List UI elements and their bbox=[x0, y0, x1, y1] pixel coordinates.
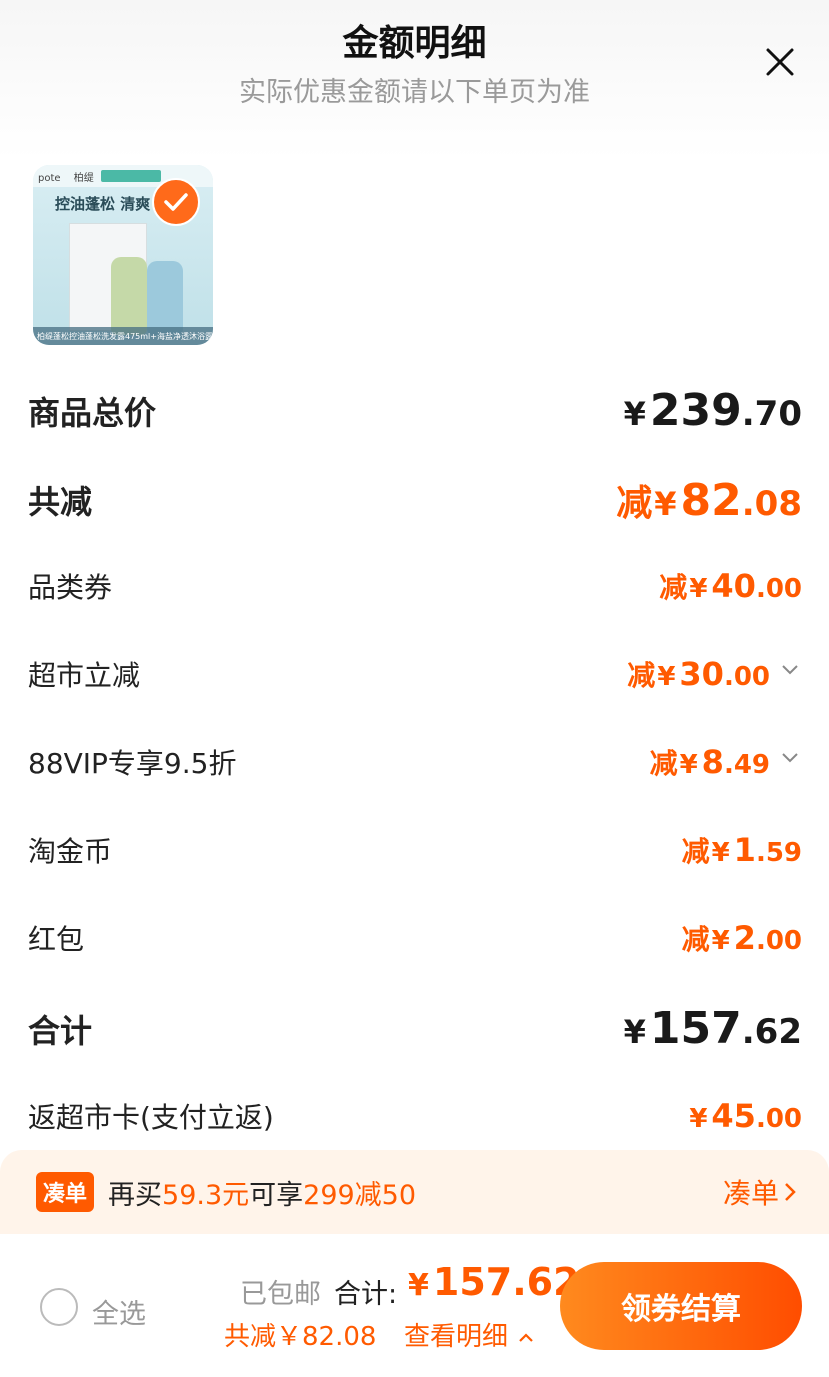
amount-decimal: .49 bbox=[723, 750, 770, 780]
amount-decimal: .00 bbox=[723, 662, 770, 692]
row-label: 品类券 bbox=[28, 571, 113, 604]
row-goods-total: 商品总价 ¥ 239 .70 bbox=[28, 385, 802, 436]
amount-decimal: .59 bbox=[755, 838, 802, 868]
row-label: 合计 bbox=[28, 1011, 93, 1050]
row-label: 商品总价 bbox=[28, 393, 157, 432]
discount-prefix: 减 bbox=[659, 571, 688, 604]
row-label: 超市立减 bbox=[28, 659, 141, 692]
product-slogan: 控油蓬松 清爽 bbox=[55, 195, 151, 213]
amount-decimal: .70 bbox=[741, 394, 802, 434]
checkout-bar: 全选 已包邮 合计: ¥ 157.62 共减￥82.08 查看明细 领券结算 bbox=[0, 1234, 829, 1377]
amount-decimal: .08 bbox=[741, 484, 802, 524]
selected-check-icon[interactable] bbox=[152, 178, 200, 226]
select-all-label[interactable]: 全选 bbox=[92, 1292, 146, 1331]
amount-integer: 2 bbox=[733, 919, 756, 957]
amount-decimal: .00 bbox=[755, 1104, 802, 1134]
currency-symbol: ¥ bbox=[711, 926, 730, 956]
view-detail-label: 查看明细 bbox=[404, 1322, 509, 1352]
add-on-amount: 59.3元 bbox=[162, 1179, 250, 1211]
checkout-button[interactable]: 领券结算 bbox=[560, 1262, 802, 1350]
total-value: 157.62 bbox=[432, 1260, 580, 1304]
sheet-subtitle: 实际优惠金额请以下单页为准 bbox=[239, 77, 590, 108]
row-amount: 减 ¥ 8 .49 bbox=[650, 742, 802, 782]
free-shipping-label: 已包邮 bbox=[240, 1279, 321, 1310]
add-on-link[interactable]: 凑单 bbox=[723, 1172, 801, 1212]
currency-symbol: ¥ bbox=[679, 750, 698, 780]
product-brand: pote bbox=[38, 173, 61, 184]
discount-prefix: 减 bbox=[616, 483, 653, 524]
row-supermarket-card-rebate: 返超市卡(支付立返) ¥ 45 .00 bbox=[28, 1096, 802, 1136]
row-amount: 减 ¥ 30 .00 bbox=[627, 654, 802, 694]
amount-decimal: .62 bbox=[741, 1012, 802, 1052]
chevron-down-icon[interactable] bbox=[778, 657, 802, 681]
row-amount: 减 ¥ 2 .00 bbox=[682, 918, 802, 958]
product-caption: 柏缇蓬松控油蓬松洗发露475ml+海盐净透沐浴露475ml bbox=[33, 327, 213, 345]
store-logo bbox=[101, 170, 161, 182]
amount-integer: 40 bbox=[711, 567, 756, 605]
amount-integer: 1 bbox=[733, 831, 756, 869]
add-on-link-label: 凑单 bbox=[722, 1177, 779, 1210]
row-88vip-discount[interactable]: 88VIP专享9.5折 减 ¥ 8 .49 bbox=[28, 742, 802, 782]
chevron-right-icon bbox=[785, 1183, 796, 1201]
row-amount: 减 ¥ 40 .00 bbox=[659, 566, 802, 606]
row-amount: 减 ¥ 1 .59 bbox=[682, 830, 802, 870]
amount-decimal: .00 bbox=[755, 926, 802, 956]
sheet-title: 金额明细 bbox=[342, 23, 487, 64]
currency-symbol: ¥ bbox=[623, 395, 646, 433]
savings-text: 共减￥82.08 bbox=[224, 1322, 377, 1352]
discount-prefix: 减 bbox=[627, 659, 656, 692]
add-on-tag: 凑单 bbox=[36, 1172, 95, 1212]
row-total-discount: 共减 减 ¥ 82 .08 bbox=[28, 474, 802, 526]
select-all-radio[interactable] bbox=[40, 1288, 78, 1326]
amount-integer: 82 bbox=[680, 475, 742, 526]
row-red-packet: 红包 减 ¥ 2 .00 bbox=[28, 918, 802, 958]
row-taojinbi: 淘金币 减 ¥ 1 .59 bbox=[28, 830, 802, 870]
currency-symbol: ¥ bbox=[408, 1268, 429, 1303]
row-subtotal: 合计 ¥ 157 .62 bbox=[28, 1003, 802, 1054]
currency-symbol: ¥ bbox=[689, 1104, 708, 1134]
amount-integer: 45 bbox=[711, 1097, 756, 1135]
row-supermarket-discount[interactable]: 超市立减 减 ¥ 30 .00 bbox=[28, 654, 802, 694]
row-label: 红包 bbox=[28, 923, 85, 956]
chevron-down-icon[interactable] bbox=[778, 745, 802, 769]
row-category-coupon: 品类券 减 ¥ 40 .00 bbox=[28, 566, 802, 606]
add-on-text: 再买59.3元可享299减50 bbox=[108, 1173, 416, 1212]
view-detail-link[interactable]: 查看明细 bbox=[404, 1316, 536, 1353]
discount-prefix: 减 bbox=[681, 923, 710, 956]
add-on-text-2: 可享 bbox=[249, 1179, 304, 1211]
close-icon[interactable] bbox=[760, 42, 800, 82]
amount-decimal: .00 bbox=[755, 574, 802, 604]
shampoo-bottle-image bbox=[111, 257, 147, 335]
currency-symbol: ¥ bbox=[623, 1013, 646, 1051]
amount-integer: 8 bbox=[701, 743, 724, 781]
currency-symbol: ¥ bbox=[654, 485, 677, 523]
row-label: 88VIP专享9.5折 bbox=[28, 747, 237, 780]
row-amount: ¥ 157 .62 bbox=[624, 1003, 802, 1054]
currency-symbol: ¥ bbox=[689, 574, 708, 604]
add-on-promo: 299减50 bbox=[303, 1179, 417, 1211]
add-on-banner: 凑单 再买59.3元可享299减50 凑单 bbox=[0, 1150, 829, 1234]
bodywash-bottle-image bbox=[147, 261, 183, 335]
product-brand-cn: 柏缇 bbox=[73, 173, 94, 184]
discount-prefix: 减 bbox=[681, 835, 710, 868]
currency-symbol: ¥ bbox=[711, 838, 730, 868]
close-icon-svg bbox=[766, 48, 794, 76]
row-amount: 减 ¥ 82 .08 bbox=[616, 474, 802, 526]
row-amount: ¥ 239 .70 bbox=[624, 385, 802, 436]
amount-integer: 157 bbox=[649, 1003, 742, 1054]
row-label: 淘金币 bbox=[28, 835, 113, 868]
check-icon-svg bbox=[164, 193, 188, 211]
currency-symbol: ¥ bbox=[657, 662, 676, 692]
total-amount: ¥ 157.62 bbox=[408, 1260, 580, 1304]
chevron-up-icon bbox=[519, 1332, 534, 1342]
row-amount: ¥ 45 .00 bbox=[689, 1097, 802, 1135]
row-label: 返超市卡(支付立返) bbox=[28, 1101, 274, 1134]
row-label: 共减 bbox=[28, 483, 93, 521]
add-on-text-1: 再买 bbox=[108, 1179, 163, 1211]
amount-integer: 30 bbox=[679, 655, 724, 693]
amount-detail-sheet: 金额明细 实际优惠金额请以下单页为准 pote 柏缇 控油蓬松 清爽 柏缇蓬松控… bbox=[0, 0, 829, 1377]
discount-prefix: 减 bbox=[649, 747, 678, 780]
amount-integer: 239 bbox=[649, 385, 742, 436]
total-label: 合计: bbox=[334, 1279, 398, 1310]
